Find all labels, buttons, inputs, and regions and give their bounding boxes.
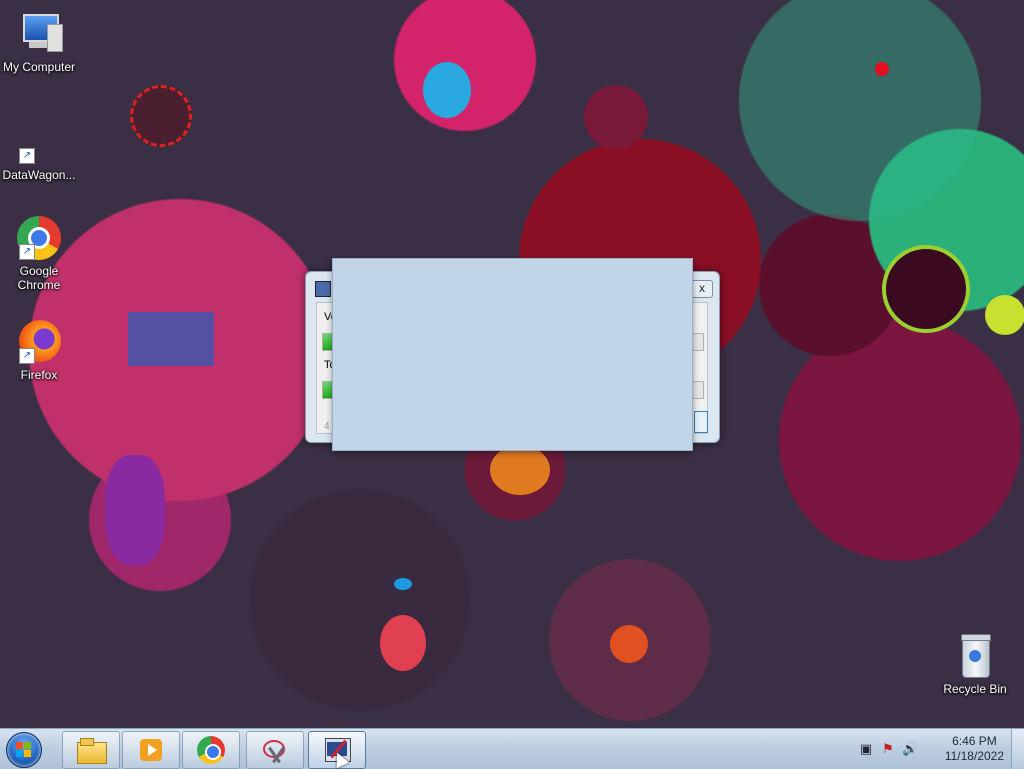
wallpaper-ornament (490, 445, 550, 495)
wallpaper-ornament (128, 312, 214, 366)
taskbar: ▣ ⚑ 🔊 6:46 PM 11/18/2022 (0, 728, 1024, 769)
desktop-icon-label: Recycle Bin (943, 682, 1007, 696)
clock-date: 11/18/2022 (944, 749, 1004, 763)
computer-icon (15, 10, 63, 58)
start-button[interactable] (6, 732, 46, 768)
shortcut-arrow-icon: ↗ (19, 148, 35, 164)
shortcut-arrow-icon: ↗ (19, 244, 35, 260)
taskbar-file-explorer[interactable] (62, 731, 120, 769)
taskbar-snipping-tool[interactable] (246, 731, 304, 769)
wallpaper-ornament (882, 245, 970, 333)
media-player-icon (137, 736, 165, 764)
wallpaper-ornament (380, 615, 426, 671)
volume-icon[interactable]: 🔊 (902, 741, 918, 757)
desktop-icon-recycle-bin[interactable]: Recycle Bin (937, 632, 1013, 696)
system-tray: ▣ ⚑ 🔊 6:46 PM 11/18/2022 (854, 729, 1024, 769)
wallpaper-ornament (105, 455, 165, 565)
wallpaper-ornament (423, 62, 471, 118)
blank-window[interactable] (332, 258, 693, 451)
firefox-icon: ↗ (15, 318, 63, 366)
dialog-footer-text: 4 (324, 421, 330, 432)
wallpaper-ornament (610, 625, 648, 663)
desktop-icon-google-chrome[interactable]: ↗ Google Chrome (1, 214, 77, 292)
datawagon-icon: ↗ (15, 118, 63, 166)
clock[interactable]: 6:46 PM 11/18/2022 (945, 734, 1004, 764)
desktop-icon-firefox[interactable]: ↗ Firefox (1, 318, 77, 382)
network-icon[interactable]: ▣ (858, 741, 874, 757)
desktop-icon-label: DataWagon... (2, 168, 76, 182)
action-center-flag-icon[interactable]: ⚑ (880, 741, 896, 757)
wallpaper-sun-ornament (130, 85, 192, 147)
wallpaper-ornament (394, 578, 412, 590)
desktop-icon-label: Google Chrome (17, 264, 61, 292)
app-title-icon (315, 281, 331, 297)
chrome-icon (197, 736, 225, 764)
clock-time: 6:46 PM (952, 734, 997, 748)
recycle-bin-icon (951, 632, 999, 680)
wallpaper-ornament (584, 85, 648, 149)
taskbar-chrome[interactable] (182, 731, 240, 769)
snipping-tool-icon (261, 736, 289, 764)
taskbar-media-player[interactable] (122, 731, 180, 769)
desktop-icon-label: Firefox (20, 368, 58, 382)
chrome-icon: ↗ (15, 214, 63, 262)
desktop-icon-my-computer[interactable]: My Computer (1, 10, 77, 74)
desktop-icon-datawagon[interactable]: ↗ DataWagon... (1, 118, 77, 182)
show-desktop-button[interactable] (1011, 729, 1024, 769)
close-button[interactable]: x (691, 280, 713, 298)
dialog-action-button[interactable] (694, 411, 708, 433)
wallpaper-ornament (875, 62, 889, 76)
shortcut-arrow-icon: ↗ (19, 348, 35, 364)
wallpaper-ornament (985, 295, 1024, 335)
windows-logo-icon (16, 742, 32, 758)
file-explorer-icon (77, 736, 107, 764)
desktop-icon-label: My Computer (2, 60, 76, 74)
